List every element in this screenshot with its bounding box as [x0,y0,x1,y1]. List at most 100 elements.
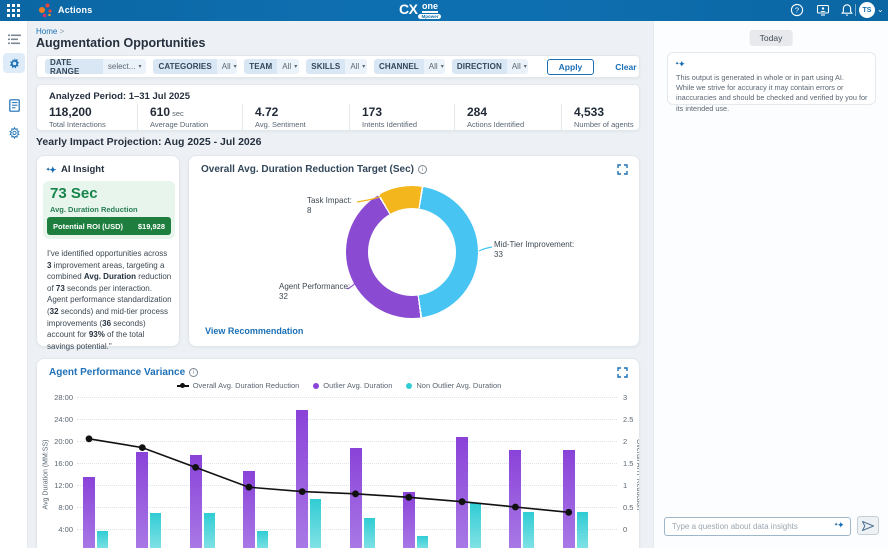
stats-row: 118,200Total Interactions610 secAverage … [37,104,641,130]
roi-banner: Potential ROI (USD) $19,928 [47,217,171,235]
roi-label: Potential ROI (USD) [53,222,123,231]
outlier-bar[interactable] [456,437,468,548]
y-tick-right: 2.5 [623,415,639,424]
outlier-bar[interactable] [136,452,148,548]
top-header: Actions CX one Mpower ? TS ⌄ [0,0,888,21]
left-sidebar [0,21,28,548]
stat-total-interactions: 118,200Total Interactions [37,104,137,130]
stat-average-duration: 610 secAverage Duration [137,104,242,130]
non-outlier-bar[interactable] [417,536,428,548]
y-tick-right: 0 [623,525,639,534]
outlier-bar[interactable] [403,492,415,548]
today-badge: Today [750,30,793,46]
outlier-bar[interactable] [350,448,362,548]
breadcrumb-home-link[interactable]: Home [36,27,57,36]
gridline [77,441,617,442]
filter-team[interactable]: TEAMAll▾ [244,59,299,74]
document-icon [9,99,20,112]
expand-icon[interactable] [617,164,628,175]
non-outlier-bar[interactable] [470,503,481,548]
cxone-logo: CX one Mpower [399,2,441,19]
outlier-bar[interactable] [190,455,202,548]
y-axis-left-label: Avg Duration (MM:SS) [42,440,49,510]
non-outlier-bar[interactable] [257,531,268,548]
apply-button[interactable]: Apply [547,59,595,75]
filter-chips: DATE RANGEselect...▾ CATEGORIESAll▾ TEAMAl… [45,59,528,74]
y-tick-right: 3 [623,393,639,402]
notifications-bell-icon[interactable] [840,3,854,17]
stat-avg.-sentiment: 4.72Avg. Sentiment [242,104,349,130]
gridline [77,397,617,398]
breadcrumb[interactable]: Home > [36,27,64,36]
help-icon[interactable]: ? [790,3,804,17]
chat-question-input[interactable] [664,517,851,536]
donut-chart-title: Overall Avg. Duration Reduction Target (… [201,164,414,175]
roi-value: $19,928 [138,222,165,231]
page-title: Augmentation Opportunities [36,36,205,50]
menu-list-icon [8,34,21,45]
ai-sparkle-icon: ✦✦ [835,520,845,530]
user-avatar[interactable]: TS [859,2,875,18]
y-tick-left: 8:00 [43,503,73,512]
y-tick-right: 1 [623,481,639,490]
duration-target-card: Overall Avg. Duration Reduction Target (… [188,155,640,347]
send-button[interactable] [857,516,879,535]
non-outlier-bar[interactable] [577,512,588,548]
non-outlier-bar[interactable] [310,499,321,548]
analyzed-period-title: Analyzed Period: 1–31 Jul 2025 [49,91,190,102]
section-title: Yearly Impact Projection: Aug 2025 - Jul… [36,136,261,148]
non-outlier-bar[interactable] [150,513,161,548]
donut-chart-title-row: Overall Avg. Duration Reduction Target (… [201,164,427,175]
donut-hole [368,208,456,296]
outlier-bar[interactable] [509,450,521,548]
chat-input-row: ✦✦ [664,516,879,535]
y-tick-right: 2 [623,437,639,446]
gridline [77,507,617,508]
ai-disclaimer-card: ✦✦ This output is generated in whole or … [667,52,876,105]
y-tick-right: 1.5 [623,459,639,468]
sidebar-item-forms[interactable] [3,95,25,115]
callout-agent-performance: Agent Performance:32 [279,282,350,303]
y-axis-right-label: Overall AHT Reduction [635,439,640,510]
sidebar-item-automation[interactable] [3,53,25,73]
insight-paragraph: I've identified opportunities across 3 i… [47,248,173,352]
sidebar-item-settings[interactable] [3,123,25,143]
stat-number-of-agents: 4,533Number of agents [561,104,641,130]
chevron-down-icon: ▾ [362,63,365,70]
non-outlier-bar[interactable] [204,513,215,548]
y-tick-left: 28:00 [43,393,73,402]
screen-share-icon[interactable] [816,3,830,17]
filter-bar: DATE RANGEselect...▾ CATEGORIESAll▾ TEAMAl… [36,55,640,78]
send-paper-plane-icon [862,521,874,531]
non-outlier-bar[interactable] [364,518,375,548]
view-recommendation-link[interactable]: View Recommendation [205,326,303,336]
filter-skills[interactable]: SKILLSAll▾ [306,59,367,74]
settings-gear-icon [8,127,21,140]
avatar-chevron-down-icon[interactable]: ⌄ [877,5,884,14]
outlier-bar[interactable] [563,450,575,548]
non-outlier-bar[interactable] [97,531,108,548]
app-launcher-icon[interactable] [7,4,20,17]
gridline [77,463,617,464]
non-outlier-bar[interactable] [523,512,534,548]
y-tick-right: 0.5 [623,503,639,512]
overall-reduction-line [37,359,640,548]
filter-date-range[interactable]: DATE RANGEselect...▾ [45,59,146,74]
info-icon[interactable]: i [418,165,427,174]
filter-channel[interactable]: CHANNELAll▾ [374,59,445,74]
sidebar-item-list[interactable] [3,29,25,49]
filter-direction[interactable]: DIRECTIONAll▾ [452,59,528,74]
outlier-bar[interactable] [83,477,95,548]
y-tick-left: 20:00 [43,437,73,446]
automation-gear-icon [8,57,21,70]
outlier-bar[interactable] [243,471,255,548]
chevron-down-icon: ▾ [441,63,444,70]
ai-sparkle-icon: ✦✦ [47,165,57,175]
ai-assistant-panel: Today ✦✦ This output is generated in who… [653,21,888,548]
clear-button[interactable]: Clear [615,62,636,72]
outlier-bar[interactable] [296,410,308,548]
filter-categories[interactable]: CATEGORIESAll▾ [153,59,237,74]
ai-sparkle-icon: ✦✦ [676,59,686,69]
breadcrumb-separator: > [60,27,65,36]
chevron-down-icon: ▾ [294,63,297,70]
